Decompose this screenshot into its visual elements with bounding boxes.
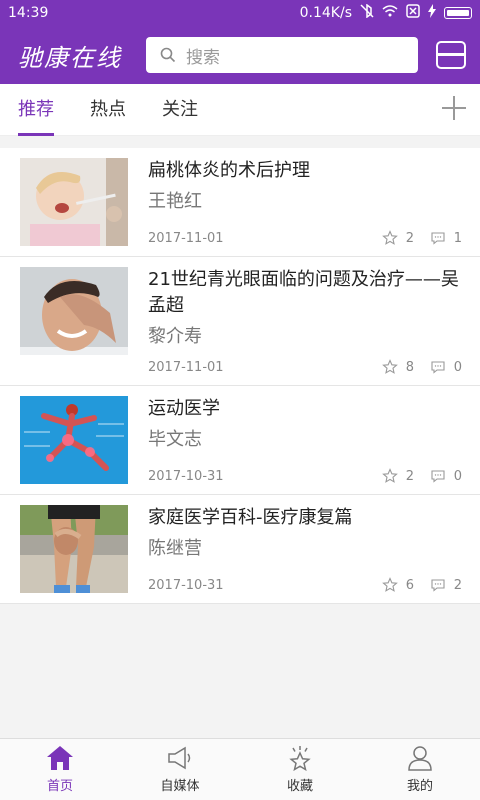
- no-sim-icon: [406, 4, 420, 22]
- comment-count: 2: [453, 577, 462, 593]
- article-title: 运动医学: [148, 398, 220, 419]
- article-meta: 2017-10-31 2 0: [148, 468, 462, 484]
- bottom-nav: 首页 自媒体 收藏 我的: [0, 738, 480, 800]
- megaphone-icon: [168, 746, 191, 770]
- comment-icon: [431, 232, 445, 245]
- like-stat[interactable]: 6: [382, 577, 414, 593]
- article-list: 扁桃体炎的术后护理 王艳红 2017-11-01 2 1 21世纪青光眼面临的问…: [0, 148, 480, 604]
- article-item[interactable]: 运动医学 毕文志 2017-10-31 2 0: [0, 386, 480, 495]
- search-input[interactable]: 搜索: [146, 37, 418, 73]
- like-stat[interactable]: 2: [382, 468, 414, 484]
- comment-count: 0: [453, 359, 462, 375]
- nav-home[interactable]: 首页: [0, 739, 120, 800]
- article-thumbnail: [20, 267, 128, 355]
- comment-icon: [431, 361, 445, 374]
- article-meta: 2017-11-01 2 1: [148, 230, 462, 246]
- app-header: 驰康在线 搜索: [0, 26, 480, 84]
- star-icon: [382, 359, 398, 374]
- comment-stat[interactable]: 2: [430, 577, 462, 593]
- article-info: 扁桃体炎的术后护理 王艳红 2017-11-01 2 1: [148, 158, 462, 246]
- category-tabs: 推荐 热点 关注: [0, 84, 480, 136]
- nav-favorites[interactable]: 收藏: [240, 739, 360, 800]
- tab-follow[interactable]: 关注: [162, 84, 198, 136]
- article-info: 21世纪青光眼面临的问题及治疗——吴孟超 黎介寿 2017-11-01 8 0: [148, 267, 462, 375]
- charging-icon: [428, 4, 436, 22]
- scan-menu-icon[interactable]: [436, 41, 466, 69]
- comment-count: 0: [453, 468, 462, 484]
- article-date: 2017-11-01: [148, 230, 224, 246]
- nav-profile-label: 我的: [406, 779, 433, 794]
- like-stat[interactable]: 8: [382, 359, 414, 375]
- like-count: 6: [405, 577, 414, 593]
- nav-profile[interactable]: 我的: [360, 739, 480, 800]
- comment-icon: [431, 470, 445, 483]
- article-thumbnail: [20, 505, 128, 593]
- star-icon: [289, 746, 311, 771]
- search-icon: [160, 47, 176, 63]
- star-icon: [382, 230, 398, 245]
- article-date: 2017-11-01: [148, 359, 224, 375]
- status-time: 14:39: [8, 5, 49, 21]
- article-item[interactable]: 21世纪青光眼面临的问题及治疗——吴孟超 黎介寿 2017-11-01 8 0: [0, 257, 480, 386]
- star-icon: [382, 577, 398, 592]
- tab-hot[interactable]: 热点: [90, 84, 126, 136]
- app-logo: 驰康在线: [18, 43, 122, 72]
- article-title: 家庭医学百科-医疗康复篇: [148, 507, 353, 528]
- article-date: 2017-10-31: [148, 577, 224, 593]
- status-bar: 14:39 0.14K/s: [0, 0, 480, 26]
- network-speed: 0.14K/s: [299, 5, 352, 21]
- home-icon: [47, 746, 73, 770]
- article-info: 家庭医学百科-医疗康复篇 陈继营 2017-10-31 6 2: [148, 505, 462, 593]
- like-stat[interactable]: 2: [382, 230, 414, 246]
- status-icons: 0.14K/s: [299, 3, 472, 22]
- article-meta: 2017-10-31 6 2: [148, 577, 462, 593]
- article-item[interactable]: 家庭医学百科-医疗康复篇 陈继营 2017-10-31 6 2: [0, 495, 480, 604]
- article-meta: 2017-11-01 8 0: [148, 359, 462, 375]
- article-thumbnail: [20, 396, 128, 484]
- article-author: 毕文志: [148, 429, 202, 450]
- nav-media-label: 自媒体: [160, 779, 200, 794]
- article-date: 2017-10-31: [148, 468, 224, 484]
- mute-icon: [360, 3, 374, 22]
- user-icon: [408, 746, 432, 771]
- article-thumbnail: [20, 158, 128, 246]
- comment-stat[interactable]: 0: [430, 359, 462, 375]
- nav-home-label: 首页: [46, 779, 73, 794]
- tab-recommend[interactable]: 推荐: [18, 84, 54, 136]
- star-icon: [382, 468, 398, 483]
- comment-count: 1: [453, 230, 462, 246]
- like-count: 8: [405, 359, 414, 375]
- article-title: 21世纪青光眼面临的问题及治疗——吴孟超: [148, 269, 459, 316]
- article-author: 陈继营: [148, 538, 202, 559]
- article-item[interactable]: 扁桃体炎的术后护理 王艳红 2017-11-01 2 1: [0, 148, 480, 257]
- article-author: 黎介寿: [148, 326, 202, 347]
- nav-favorites-label: 收藏: [286, 779, 313, 794]
- add-tab-icon[interactable]: [442, 96, 466, 120]
- like-count: 2: [405, 468, 414, 484]
- battery-icon: [444, 7, 472, 19]
- nav-media[interactable]: 自媒体: [120, 739, 240, 800]
- like-count: 2: [405, 230, 414, 246]
- comment-stat[interactable]: 0: [430, 468, 462, 484]
- article-info: 运动医学 毕文志 2017-10-31 2 0: [148, 396, 462, 484]
- wifi-icon: [382, 5, 398, 21]
- search-placeholder: 搜索: [186, 47, 220, 68]
- article-title: 扁桃体炎的术后护理: [148, 160, 310, 181]
- article-author: 王艳红: [148, 191, 202, 212]
- comment-stat[interactable]: 1: [430, 230, 462, 246]
- comment-icon: [431, 579, 445, 592]
